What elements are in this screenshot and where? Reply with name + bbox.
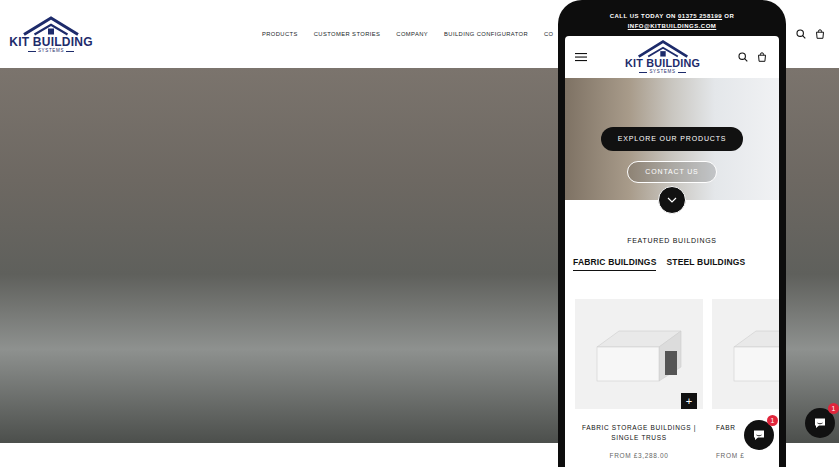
nav-link[interactable]: COMPANY — [396, 30, 428, 39]
menu-icon[interactable] — [575, 52, 587, 62]
chat-button[interactable]: 1 — [744, 420, 774, 450]
mobile-header-icons — [738, 52, 767, 62]
announcement-line: CALL US TODAY ON 01375 258199 OR — [565, 11, 779, 21]
chat-icon — [813, 416, 827, 430]
category-tab[interactable]: STEEL BUILDINGS — [666, 256, 745, 271]
chat-button[interactable]: 1 — [805, 408, 835, 438]
bag-icon[interactable] — [757, 52, 767, 62]
logo-name: KIT BUILDING — [625, 58, 700, 69]
category-tab[interactable]: FABRIC BUILDINGS — [573, 256, 656, 271]
chat-icon — [752, 428, 766, 442]
logo-tagline: SYSTEMS — [28, 49, 74, 54]
product-card[interactable]: + FABRIC STORAGE BUILDINGS | SINGLE TRUSS… — [575, 299, 703, 461]
roof-logo-icon — [21, 15, 81, 36]
explore-products-button[interactable]: EXPLORE OUR PRODUCTS — [601, 127, 743, 151]
bag-icon[interactable] — [815, 29, 825, 39]
phone-screen: KIT BUILDINGSYSTEMS EXPLORE OUR PRODUCTS C… — [565, 36, 779, 467]
phone-number-link[interactable]: 01375 258199 — [678, 13, 722, 19]
hero-image: EXPLORE OUR PRODUCTS CONTACT US — [565, 78, 779, 200]
nav-link[interactable]: BUILDING CONFIGURATOR — [444, 30, 528, 39]
announcement-line: INFO@KITBUILDINGS.COM — [565, 21, 779, 31]
product-image — [712, 299, 779, 409]
logo-name: KIT BUILDING — [9, 36, 93, 48]
main-nav: PRODUCTS CUSTOMER STORIES COMPANY BUILDING … — [262, 30, 554, 39]
building-icon — [589, 323, 689, 385]
contact-us-button[interactable]: CONTACT US — [627, 161, 717, 183]
chat-badge: 1 — [767, 415, 778, 426]
phone-mockup: CALL US TODAY ON 01375 258199 OR INFO@KIT… — [558, 0, 786, 467]
search-icon[interactable] — [738, 52, 748, 62]
site-logo[interactable]: KIT BUILDINGSYSTEMS — [20, 15, 82, 54]
nav-link[interactable]: CUSTOMER STORIES — [314, 30, 381, 39]
logo-tagline: SYSTEMS — [639, 70, 685, 75]
scroll-down-button[interactable] — [658, 186, 686, 214]
section-heading: FEATURED BUILDINGS — [565, 236, 779, 246]
roof-logo-icon — [636, 39, 690, 58]
chat-badge: 1 — [828, 403, 839, 414]
product-price: FROM £ — [712, 451, 779, 461]
email-link[interactable]: INFO@KITBUILDINGS.COM — [628, 23, 717, 29]
header-icons — [796, 29, 825, 39]
category-tabs: FABRIC BUILDINGS STEEL BUILDINGS — [565, 256, 779, 271]
product-title[interactable]: FABRIC STORAGE BUILDINGS | SINGLE TRUSS — [575, 423, 703, 443]
mobile-header: KIT BUILDINGSYSTEMS — [565, 36, 779, 78]
building-icon — [726, 323, 779, 385]
nav-link[interactable]: CO — [544, 30, 554, 39]
site-logo[interactable]: KIT BUILDINGSYSTEMS — [587, 39, 738, 74]
announcement-text: OR — [724, 13, 734, 19]
chevron-down-icon — [667, 197, 677, 203]
product-price: FROM £3,288.00 — [575, 451, 703, 461]
add-to-cart-button[interactable]: + — [681, 393, 697, 409]
announcement-text: CALL US TODAY ON — [610, 13, 676, 19]
nav-link[interactable]: PRODUCTS — [262, 30, 298, 39]
product-image: + — [575, 299, 703, 409]
search-icon[interactable] — [796, 29, 806, 39]
announcement-bar: CALL US TODAY ON 01375 258199 OR INFO@KIT… — [565, 8, 779, 36]
